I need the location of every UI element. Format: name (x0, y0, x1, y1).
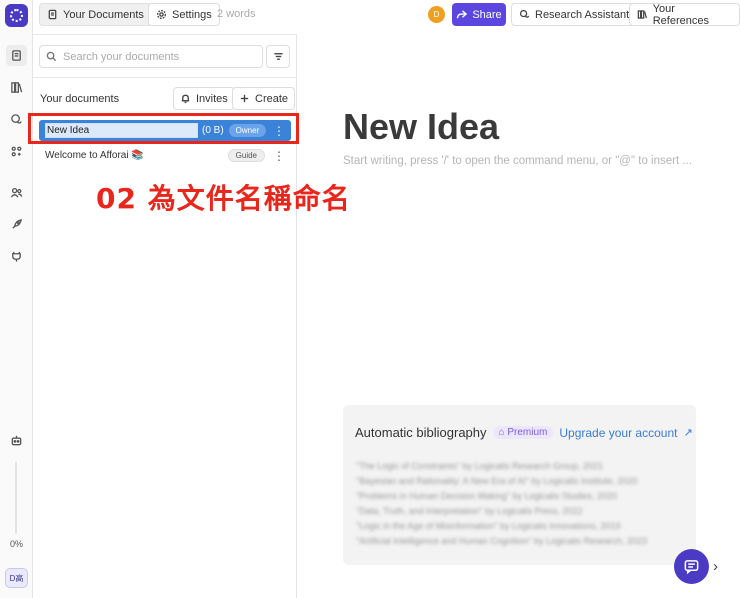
document-title: Welcome to Afforai 📚 (45, 150, 144, 161)
list-item: "Problems in Human Decision Making" by L… (356, 491, 618, 501)
left-rail: 0% D高 (0, 0, 33, 598)
external-link-icon[interactable]: ↗ (683, 426, 692, 439)
step-annotation: 02 為文件名稱命名 (96, 182, 351, 215)
robot-icon[interactable] (8, 432, 25, 449)
chat-icon[interactable] (8, 111, 25, 128)
books-icon (637, 10, 647, 19)
more-options-icon[interactable]: ⋮ (273, 150, 285, 162)
share-button[interactable]: Share (452, 3, 506, 26)
guide-badge: Guide (227, 149, 265, 162)
word-count: 2 words (217, 8, 256, 20)
bibliography-card: Automatic bibliography ⌂ Premium Upgrade… (343, 405, 696, 565)
settings-button[interactable]: Settings (148, 3, 220, 26)
filter-button[interactable] (266, 45, 290, 68)
search-input[interactable] (63, 50, 253, 63)
gear-icon (157, 10, 166, 19)
list-item: "The Logic of Constraints" by Logicalis … (356, 461, 604, 471)
chevron-right-icon[interactable]: › (713, 558, 718, 575)
settings-label: Settings (172, 8, 212, 21)
bibliography-list: "The Logic of Constraints" by Logicalis … (356, 461, 647, 551)
your-references-button[interactable]: Your References (629, 2, 740, 27)
support-chat-button[interactable] (674, 549, 709, 584)
create-button[interactable]: Create (232, 87, 296, 110)
search-box[interactable] (39, 45, 263, 68)
usage-percent: 0% (9, 539, 23, 549)
documents-icon[interactable] (6, 45, 27, 66)
user-avatar[interactable]: D高 (5, 568, 28, 588)
plugin-icon[interactable] (8, 248, 25, 265)
collaborator-avatar[interactable]: D (428, 6, 445, 23)
bibliography-title: Automatic bibliography (355, 425, 487, 440)
invites-button[interactable]: Invites (173, 87, 235, 110)
list-item: "Bayesian and Rationality: A New Era of … (356, 476, 638, 486)
library-icon[interactable] (8, 79, 25, 96)
your-documents-label: Your Documents (63, 8, 144, 21)
rocket-icon[interactable] (8, 216, 25, 233)
editor-placeholder[interactable]: Start writing, press '/' to open the com… (343, 155, 733, 167)
message-icon (684, 560, 699, 575)
usage-slider (15, 462, 17, 534)
section-title: Your documents (40, 93, 120, 105)
premium-label: Premium (507, 427, 548, 438)
filter-icon (273, 53, 283, 60)
your-references-label: Your References (652, 2, 709, 27)
app-logo-icon[interactable] (5, 4, 28, 27)
document-icon (48, 9, 57, 20)
premium-badge: ⌂ Premium (492, 426, 554, 439)
apps-icon[interactable] (8, 143, 25, 160)
chat-bubble-icon (519, 9, 530, 18)
list-item: "Artificial Intelligence and Human Cogni… (356, 536, 648, 546)
document-row-welcome[interactable]: Welcome to Afforai 📚 Guide ⋮ (39, 145, 291, 166)
list-item: "Logic in the Age of Misinformation" by … (356, 521, 621, 531)
upgrade-account-link[interactable]: Upgrade your account (559, 426, 677, 440)
bell-icon (181, 94, 190, 104)
invites-label: Invites (196, 92, 228, 105)
your-documents-button[interactable]: Your Documents (39, 3, 152, 26)
panel-divider (33, 77, 297, 78)
document-heading[interactable]: New Idea (343, 106, 499, 148)
plus-icon (240, 94, 249, 103)
share-label: Share (472, 8, 502, 21)
share-icon (457, 10, 468, 19)
search-icon (46, 51, 57, 62)
research-assistant-label: Research Assistant (535, 8, 630, 21)
top-bar: Your Documents Settings 2 words D Share … (33, 0, 740, 30)
highlight-annotation-box (28, 113, 299, 144)
list-item: "Data, Truth, and Interpretation" by Log… (356, 506, 583, 516)
research-assistant-button[interactable]: Research Assistant (511, 3, 638, 26)
users-icon[interactable] (8, 184, 25, 201)
create-label: Create (255, 92, 289, 105)
